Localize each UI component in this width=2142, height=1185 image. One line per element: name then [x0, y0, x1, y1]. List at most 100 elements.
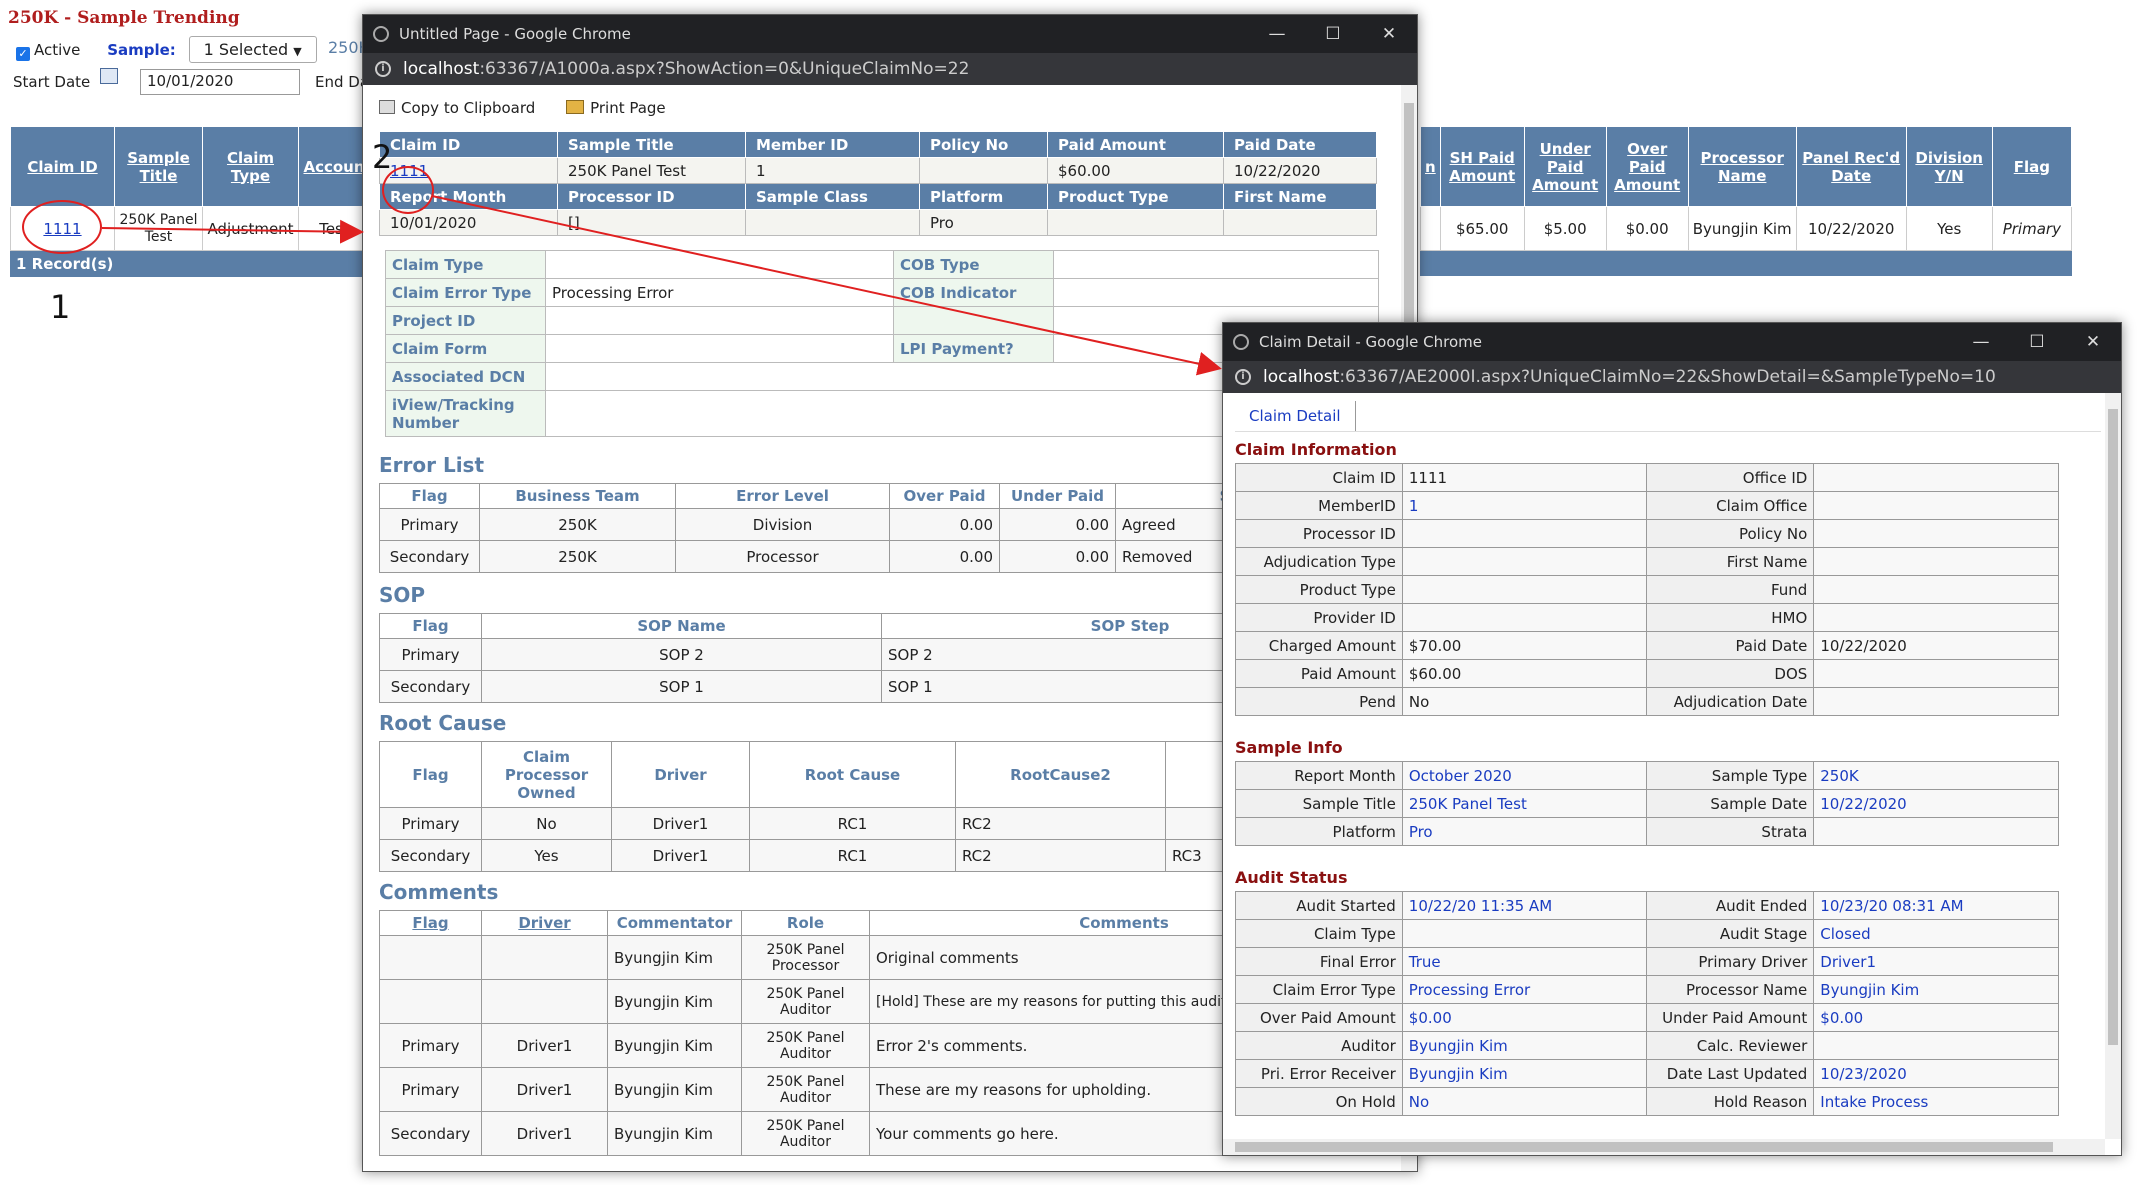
- col-sample-title[interactable]: Sample Title: [114, 126, 203, 207]
- col-panel-recd[interactable]: Panel Rec'd Date: [1795, 126, 1907, 207]
- info-icon[interactable]: i: [375, 61, 391, 77]
- rc-flag: Secondary: [379, 839, 482, 872]
- error-under-paid: 0.00: [999, 540, 1116, 573]
- calendar-icon[interactable]: [100, 68, 118, 84]
- field-label: Claim ID: [1235, 463, 1403, 492]
- field-value: 10/23/20 08:31 AM: [1813, 891, 2059, 920]
- field-label: Calc. Reviewer: [1646, 1031, 1815, 1060]
- error-over-paid: 0.00: [889, 508, 1000, 541]
- rc-cause: RC1: [749, 807, 956, 840]
- field-value: 10/23/2020: [1813, 1059, 2059, 1088]
- window-title: Untitled Page - Google Chrome: [399, 25, 631, 43]
- col-claim-id[interactable]: Claim ID: [10, 126, 115, 207]
- cell-sh-paid: $65.00: [1439, 206, 1525, 251]
- sop-flag: Primary: [379, 638, 482, 671]
- audit-status-table: Audit Started 10/22/20 11:35 AM Audit Ende…: [1235, 891, 2059, 1116]
- hdr-member-id: Member ID: [745, 131, 920, 158]
- url-host: localhost: [403, 59, 480, 79]
- comment-driver: Driver1: [481, 1111, 608, 1156]
- start-date-input[interactable]: 10/01/2020: [140, 69, 300, 95]
- close-icon[interactable]: ✕: [2065, 332, 2121, 352]
- maximize-icon[interactable]: ☐: [2009, 332, 2065, 352]
- field-label: Report Month: [1235, 761, 1403, 790]
- sample-info-row: Sample Title 250K Panel Test Sample Date 10…: [1235, 789, 2059, 818]
- col-division[interactable]: Division Y/N: [1905, 126, 1993, 207]
- active-checkbox[interactable]: ✓: [16, 41, 34, 61]
- field-label: DOS: [1646, 659, 1815, 688]
- hdr-sample-class: Sample Class: [745, 183, 920, 210]
- rc-driver: Driver1: [611, 839, 750, 872]
- caret-down-icon: ▼: [293, 45, 302, 58]
- field-value: [1813, 817, 2059, 846]
- claim-info-row: Pend No Adjudication Date: [1235, 687, 2059, 716]
- comment-driver: Driver1: [481, 1067, 608, 1112]
- field-value: $0.00: [1401, 1003, 1648, 1032]
- scrollbar-thumb[interactable]: [2108, 409, 2118, 1045]
- window-titlebar: Untitled Page - Google Chrome — ☐ ✕: [363, 15, 1417, 53]
- field-label: Charged Amount: [1235, 631, 1403, 660]
- col-flag-link[interactable]: Flag: [412, 914, 448, 932]
- copy-clipboard-label: Copy to Clipboard: [401, 99, 536, 117]
- col-over-paid[interactable]: Over Paid Amount: [1605, 126, 1689, 207]
- kv-key: LPI Payment?: [893, 334, 1054, 363]
- policy-no-value: [919, 157, 1048, 184]
- field-value: [1813, 463, 2059, 492]
- col-processor-name[interactable]: Processor Name: [1687, 126, 1797, 207]
- member-id-value: 1: [745, 157, 920, 184]
- minimize-icon[interactable]: —: [1953, 332, 2009, 352]
- sample-info-table: Report Month October 2020 Sample Type 250K S…: [1235, 761, 2059, 846]
- audit-status-row: Claim Type Audit Stage Closed: [1235, 919, 2059, 948]
- clipboard-icon: [379, 100, 395, 114]
- field-value: [1813, 687, 2059, 716]
- address-bar[interactable]: i localhost:63367/A1000a.aspx?ShowAction…: [363, 53, 1417, 85]
- horizontal-scrollbar[interactable]: [1223, 1139, 2105, 1155]
- comment-commentator: Byungjin Kim: [607, 979, 742, 1024]
- col-driver[interactable]: Driver: [481, 910, 608, 936]
- paid-amount-value: $60.00: [1047, 157, 1224, 184]
- tab-claim-detail[interactable]: Claim Detail: [1235, 401, 1356, 431]
- field-value: 250K Panel Test: [1401, 789, 1648, 818]
- audit-status-row: Over Paid Amount $0.00 Under Paid Amount $0…: [1235, 1003, 2059, 1032]
- col-commentator: Commentator: [607, 910, 742, 936]
- claim-info-row: Claim ID 1111 Office ID: [1235, 463, 2059, 492]
- scrollbar-thumb[interactable]: [1235, 1142, 2053, 1152]
- copy-clipboard-button[interactable]: Copy to Clipboard: [379, 99, 535, 117]
- kv-key: [893, 306, 1054, 335]
- maximize-icon[interactable]: ☐: [1305, 24, 1361, 44]
- minimize-icon[interactable]: —: [1249, 24, 1305, 44]
- field-label: MemberID: [1235, 491, 1403, 520]
- claim-info-row: Processor ID Policy No: [1235, 519, 2059, 548]
- col-flag[interactable]: Flag: [1991, 126, 2073, 207]
- claim-detail-window: Claim Detail - Google Chrome — ☐ ✕ i loc…: [1222, 322, 2122, 1156]
- col-account[interactable]: Accoun: [298, 126, 370, 207]
- col-sh-paid[interactable]: SH Paid Amount: [1439, 126, 1525, 207]
- close-icon[interactable]: ✕: [1361, 24, 1417, 44]
- hdr-processor-id: Processor ID: [557, 183, 746, 210]
- address-bar[interactable]: i localhost:63367/AE2000I.aspx?UniqueCla…: [1223, 361, 2121, 393]
- col-driver-link[interactable]: Driver: [518, 914, 570, 932]
- field-label: HMO: [1646, 603, 1815, 632]
- col-claim-type[interactable]: Claim Type: [202, 126, 299, 207]
- globe-icon: [1233, 334, 1249, 350]
- col-partial: n: [1420, 126, 1441, 207]
- rc-driver: Driver1: [611, 807, 750, 840]
- kv-key: COB Indicator: [893, 278, 1054, 307]
- col-processor-owned: Claim Processor Owned: [481, 741, 612, 808]
- field-value: October 2020: [1401, 761, 1648, 790]
- field-label: Policy No: [1646, 519, 1815, 548]
- info-icon[interactable]: i: [1235, 369, 1251, 385]
- field-label: Primary Driver: [1646, 947, 1815, 976]
- col-under-paid[interactable]: Under Paid Amount: [1523, 126, 1607, 207]
- toolbar: Copy to Clipboard Print Page: [379, 91, 1377, 125]
- claim-information-table: Claim ID 1111 Office ID MemberID 1 Claim Offi…: [1235, 463, 2059, 716]
- col-error-level: Error Level: [675, 483, 890, 509]
- comment-flag: Secondary: [379, 1111, 482, 1156]
- col-flag[interactable]: Flag: [379, 910, 482, 936]
- vertical-scrollbar[interactable]: [2105, 393, 2121, 1139]
- sample-select[interactable]: 1 Selected ▼: [188, 36, 317, 63]
- print-page-button[interactable]: Print Page: [566, 99, 666, 117]
- audit-status-row: On Hold No Hold Reason Intake Process: [1235, 1087, 2059, 1116]
- kv-value: Processing Error: [545, 278, 894, 307]
- comment-role: 250K Panel Auditor: [741, 1023, 870, 1068]
- field-label: Provider ID: [1235, 603, 1403, 632]
